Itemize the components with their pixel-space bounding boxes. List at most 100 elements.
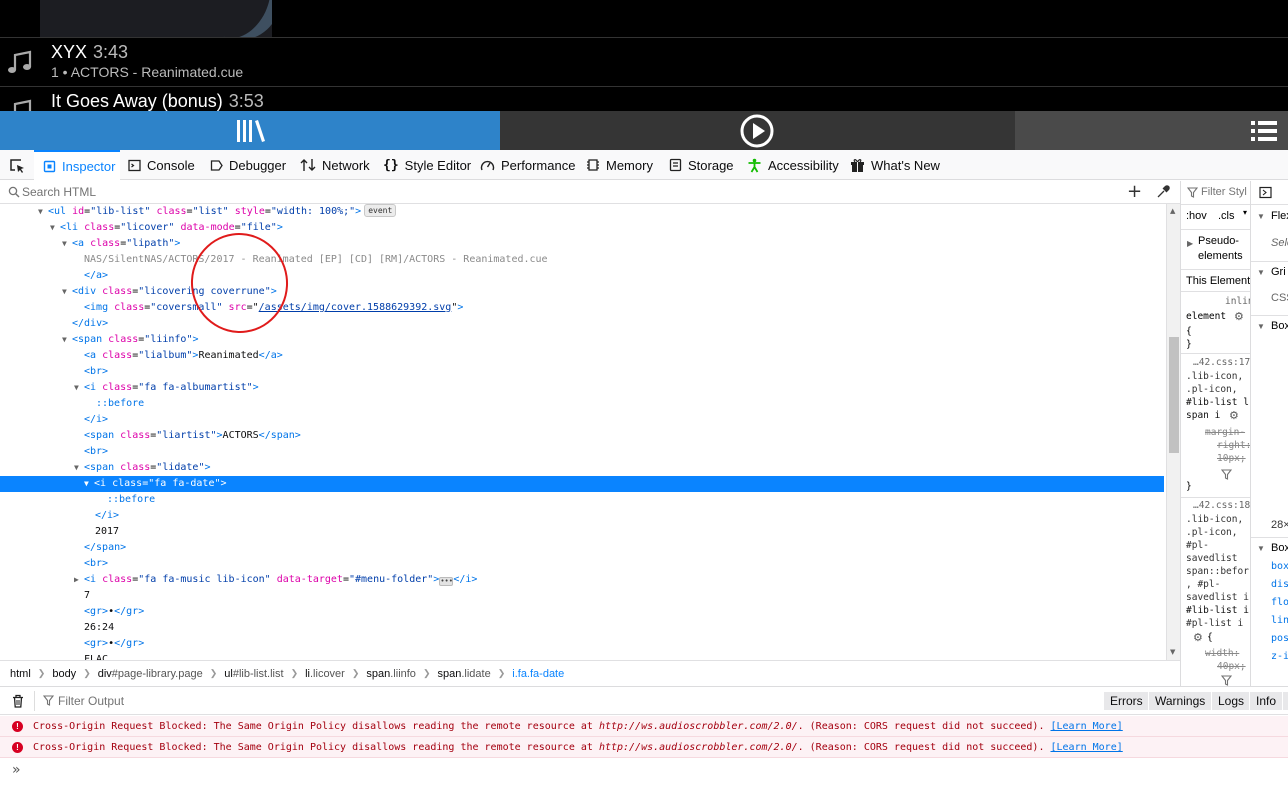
console-error-message[interactable]: ! Cross-Origin Request Blocked: The Same… [0,716,1288,737]
markup-close-i[interactable]: </i> [0,508,1164,524]
breadcrumb-item[interactable]: div#page-library.page [98,668,203,680]
tab-inspector[interactable]: Inspector [34,150,120,180]
markup-scrollbar[interactable]: ▲ ▼ [1166,204,1180,660]
breadcrumb-item[interactable]: html [10,668,31,680]
markup-close-span[interactable]: </span> [0,540,1164,556]
scrollbar-thumb[interactable] [1169,337,1179,453]
chevron-down-icon[interactable]: ▾ [1243,208,1247,217]
filter-logs-button[interactable]: Logs [1211,692,1251,710]
filter-styles-input[interactable] [1201,184,1249,200]
tab-style-editor[interactable]: {} Style Editor [383,150,471,180]
breadcrumb-item[interactable]: ul#lib-list.list [224,668,283,680]
collapsed-content-icon[interactable]: ••• [439,577,454,586]
markup-text-num[interactable]: 7 [0,588,1164,604]
breadcrumb-item[interactable]: span.lidate [437,668,490,680]
markup-node-span-liartist[interactable]: <span class="liartist">ACTORS</span> [0,428,1164,444]
markup-node-ul[interactable]: ▼ <ul id="lib-list" class="list" style="w… [0,204,1164,220]
markup-pseudo-before[interactable]: ::before [0,396,1164,412]
markup-node-i-albumartist[interactable]: ▼ <i class="fa fa-albumartist"> [0,380,1164,396]
learn-more-link[interactable]: [Learn More] [1051,721,1123,732]
markup-node-br[interactable]: <br> [0,444,1164,460]
menu-tab[interactable] [1015,111,1288,150]
tab-console[interactable]: Console [128,150,195,180]
pseudo-elements-toggle[interactable]: Pseudo-elements [1198,234,1243,264]
filter-icon[interactable] [1221,469,1232,480]
filter-output-input[interactable] [58,693,458,709]
gear-icon[interactable]: ⚙ [1229,409,1239,422]
element-picker-icon[interactable] [8,157,26,175]
chevron-down-icon[interactable]: ▼ [1257,268,1265,277]
console-error-message[interactable]: ! Cross-Origin Request Blocked: The Same… [0,737,1288,758]
rule-source-link[interactable]: …42.css:183 [1193,500,1250,511]
tab-whats-new[interactable]: What's New [850,150,940,180]
tab-storage[interactable]: Storage [669,150,734,180]
markup-node-span-lidate[interactable]: ▼ <span class="lidate"> [0,460,1164,476]
overridden-property[interactable]: 40px; [1217,661,1246,672]
markup-node-img[interactable]: <img class="coversmall" src="/assets/img… [0,300,1164,316]
markup-node-li[interactable]: ▼ <li class="licover" data-mode="file"> [0,220,1164,236]
filter-errors-button[interactable]: Errors [1103,692,1149,710]
album-cover-thumbnail[interactable] [40,0,272,37]
trash-icon[interactable] [11,694,25,708]
markup-node-i-music[interactable]: ▶ <i class="fa fa-music lib-icon" data-ta… [0,572,1164,588]
grid-section[interactable]: Gri [1271,266,1286,278]
box-props-section[interactable]: Box [1271,542,1288,554]
tab-network[interactable]: Network [300,150,370,180]
overridden-property[interactable]: right: [1217,440,1250,451]
breadcrumb-item[interactable]: body [52,668,76,680]
scroll-down-icon[interactable]: ▼ [1170,648,1175,656]
library-tab[interactable] [0,111,500,150]
filter-warnings-button[interactable]: Warnings [1148,692,1212,710]
markup-text-time[interactable]: 26:24 [0,620,1164,636]
img-src-link[interactable]: /assets/img/cover.1588629392.svg [259,302,452,313]
scroll-up-icon[interactable]: ▲ [1170,207,1175,215]
breadcrumb-item[interactable]: span.liinfo [366,668,416,680]
markup-text-year[interactable]: 2017 [0,524,1164,540]
markup-node-gr[interactable]: <gr>•</gr> [0,604,1164,620]
box-model-section[interactable]: Box [1271,320,1288,332]
markup-close-div[interactable]: </div> [0,316,1164,332]
event-badge[interactable]: event [364,204,397,217]
cls-toggle[interactable]: .cls [1218,210,1235,222]
overridden-property[interactable]: 10px; [1217,453,1246,464]
playback-tab[interactable] [500,111,1015,150]
markup-node-br[interactable]: <br> [0,364,1164,380]
filter-icon[interactable] [1221,675,1232,686]
gear-icon[interactable]: ⚙ [1234,310,1244,323]
console-input-prompt[interactable]: » [12,762,21,778]
chevron-down-icon[interactable]: ▼ [1257,544,1265,553]
eyedropper-icon[interactable] [1156,185,1170,199]
tab-accessibility[interactable]: Accessibility [747,150,839,180]
breadcrumb-item-current[interactable]: i.fa.fa-date [512,668,564,680]
markup-node-i-date-selected[interactable]: ▼ <i class="fa fa-date"> [0,476,1164,492]
tab-performance[interactable]: Performance [480,150,575,180]
gear-icon[interactable]: ⚙ [1193,631,1203,644]
flexbox-section[interactable]: Flex [1271,210,1288,222]
add-node-icon[interactable]: + [1127,183,1142,201]
expand-triangle-icon[interactable]: ▶ [1187,239,1193,248]
markup-pseudo-before[interactable]: ::before [0,492,1164,508]
markup-node-gr[interactable]: <gr>•</gr> [0,636,1164,652]
hov-toggle[interactable]: :hov [1186,210,1207,222]
learn-more-link[interactable]: [Learn More] [1051,742,1123,753]
overridden-property[interactable]: width: [1205,648,1239,659]
markup-text-format[interactable]: FLAC [0,652,1164,660]
search-html-input[interactable] [22,183,522,201]
markup-node-span-liinfo[interactable]: ▼ <span class="liinfo"> [0,332,1164,348]
markup-node-div-licovering[interactable]: ▼ <div class="licovering coverrune"> [0,284,1164,300]
markup-node-br[interactable]: <br> [0,556,1164,572]
tab-debugger[interactable]: Debugger [210,150,286,180]
rule-source-link[interactable]: …42.css:176 [1193,357,1250,368]
markup-text-node[interactable]: NAS/SilentNAS/ACTORS/2017 - Reanimated [… [0,252,1164,268]
markup-close-a[interactable]: </a> [0,268,1164,284]
breadcrumb-item[interactable]: li.licover [305,668,345,680]
filter-info-button[interactable]: Info [1249,692,1283,710]
chevron-down-icon[interactable]: ▼ [1257,322,1265,331]
overridden-property[interactable]: margin- [1205,427,1245,438]
chevron-down-icon[interactable]: ▼ [1257,212,1265,221]
markup-close-i[interactable]: </i> [0,412,1164,428]
markup-node-a-lialbum[interactable]: <a class="lialbum">Reanimated</a> [0,348,1164,364]
rule-source-inline[interactable]: inlin [1225,296,1250,307]
filter-more-button[interactable] [1282,692,1288,710]
sidebar-toggle-icon[interactable] [1259,186,1272,199]
